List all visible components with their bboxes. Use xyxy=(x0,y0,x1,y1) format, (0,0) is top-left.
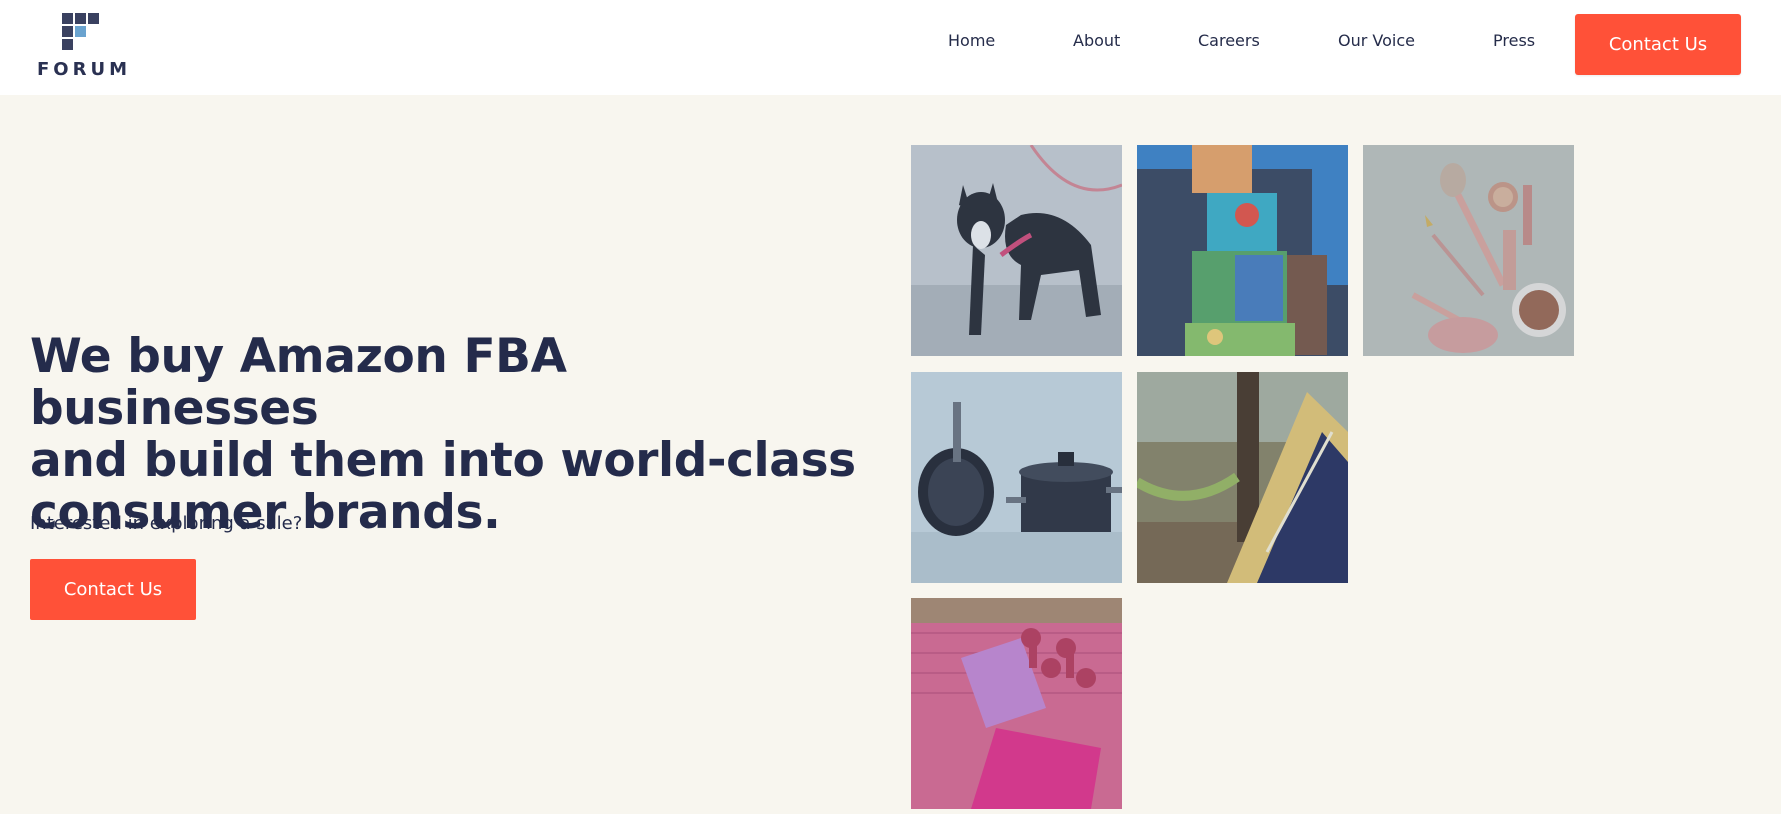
forum-logo[interactable]: FORUM xyxy=(37,13,132,81)
hero-headline-line: and build them into world-class xyxy=(30,433,856,488)
nav-item-our-voice[interactable]: Our Voice xyxy=(1338,31,1415,50)
yoga-mat-dumbbells-photo xyxy=(911,598,1122,809)
hero-headline-line: We buy Amazon FBA businesses xyxy=(30,329,567,436)
dog-on-leash-photo xyxy=(911,145,1122,356)
site-header: FORUM Home About Careers Our Voice Press… xyxy=(0,0,1781,95)
hero-contact-us-button[interactable]: Contact Us xyxy=(30,559,196,620)
cookware-pots-pans-photo xyxy=(911,372,1122,583)
camping-tent-hammock-photo xyxy=(1137,372,1348,583)
makeup-cosmetics-photo xyxy=(1363,145,1574,356)
nav-item-about[interactable]: About xyxy=(1073,31,1120,50)
nav-item-careers[interactable]: Careers xyxy=(1198,31,1260,50)
header-contact-us-button[interactable]: Contact Us xyxy=(1575,14,1741,75)
hero-subtext: Interested in exploring a sale? xyxy=(30,513,303,534)
forum-logo-mark-icon xyxy=(62,13,99,50)
nav-item-press[interactable]: Press xyxy=(1493,31,1535,50)
logo-wordmark: FORUM xyxy=(37,59,131,80)
nav-item-home[interactable]: Home xyxy=(948,31,995,50)
hero-headline: We buy Amazon FBA businesses and build t… xyxy=(30,331,870,539)
stacked-toy-blocks-photo xyxy=(1137,145,1348,356)
